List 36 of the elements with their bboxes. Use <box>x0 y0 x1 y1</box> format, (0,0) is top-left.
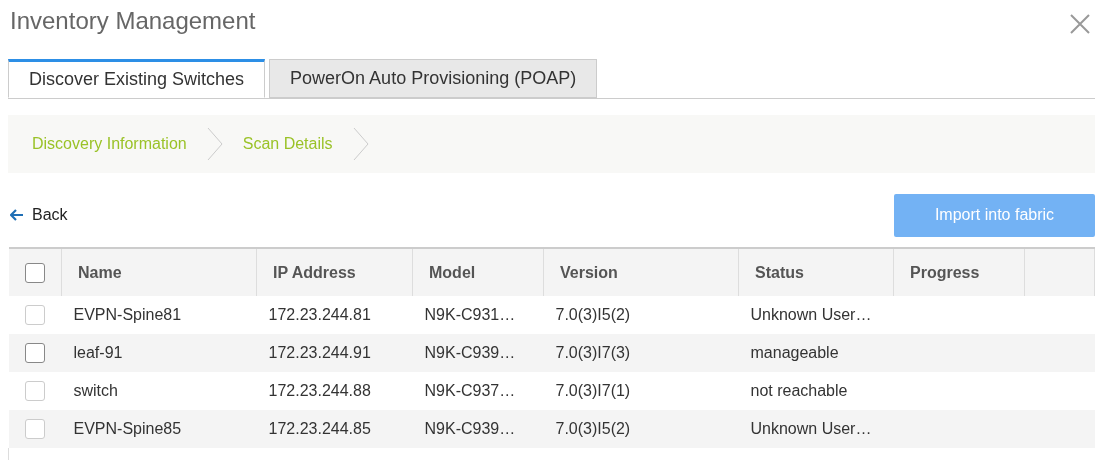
table-cell: 7.0(3)I5(2) <box>543 410 739 448</box>
back-arrow-icon <box>10 209 24 221</box>
column-header[interactable]: Model <box>412 248 544 296</box>
chevron-icon <box>352 127 369 161</box>
checkbox[interactable] <box>25 343 45 363</box>
dialog-title: Inventory Management <box>10 9 256 33</box>
table-cell: N9K-C937… <box>412 372 544 410</box>
column-header[interactable]: Name <box>61 248 257 296</box>
close-icon[interactable] <box>1069 13 1091 35</box>
table-cell: 172.23.244.85 <box>256 410 413 448</box>
checkbox[interactable] <box>24 262 45 283</box>
table-cell: 172.23.244.91 <box>256 334 413 372</box>
table-cell: switch <box>61 372 257 410</box>
column-header[interactable]: Version <box>543 248 739 296</box>
table-cell: Unknown User… <box>738 296 894 334</box>
table-cell: EVPN-Spine85 <box>61 410 257 448</box>
column-header[interactable]: IP Address <box>256 248 413 296</box>
table-cell: EVPN-Spine81 <box>61 296 257 334</box>
tab[interactable]: Discover Existing Switches <box>8 59 266 98</box>
table-cell: 7.0(3)I7(1) <box>543 372 739 410</box>
table-cell: N9K-C939… <box>412 334 544 372</box>
column-header[interactable]: Progress <box>893 248 1025 296</box>
table-cell: 172.23.244.88 <box>256 372 413 410</box>
table-cell: N9K-C939… <box>412 410 544 448</box>
column-header[interactable]: Status <box>738 248 894 296</box>
table-cell: leaf-91 <box>61 334 257 372</box>
chevron-icon <box>206 127 223 161</box>
table-cell: 172.23.244.81 <box>256 296 413 334</box>
table-cell: not reachable <box>738 372 894 410</box>
back-link[interactable]: Back <box>10 203 68 227</box>
tab[interactable]: PowerOn Auto Provisioning (POAP) <box>269 59 598 98</box>
table-cell: Unknown User… <box>738 410 894 448</box>
table-cell: 7.0(3)I5(2) <box>543 296 739 334</box>
table-cell: 7.0(3)I7(3) <box>543 334 739 372</box>
table-cell: N9K-C931… <box>412 296 544 334</box>
table-cell: manageable <box>738 334 894 372</box>
